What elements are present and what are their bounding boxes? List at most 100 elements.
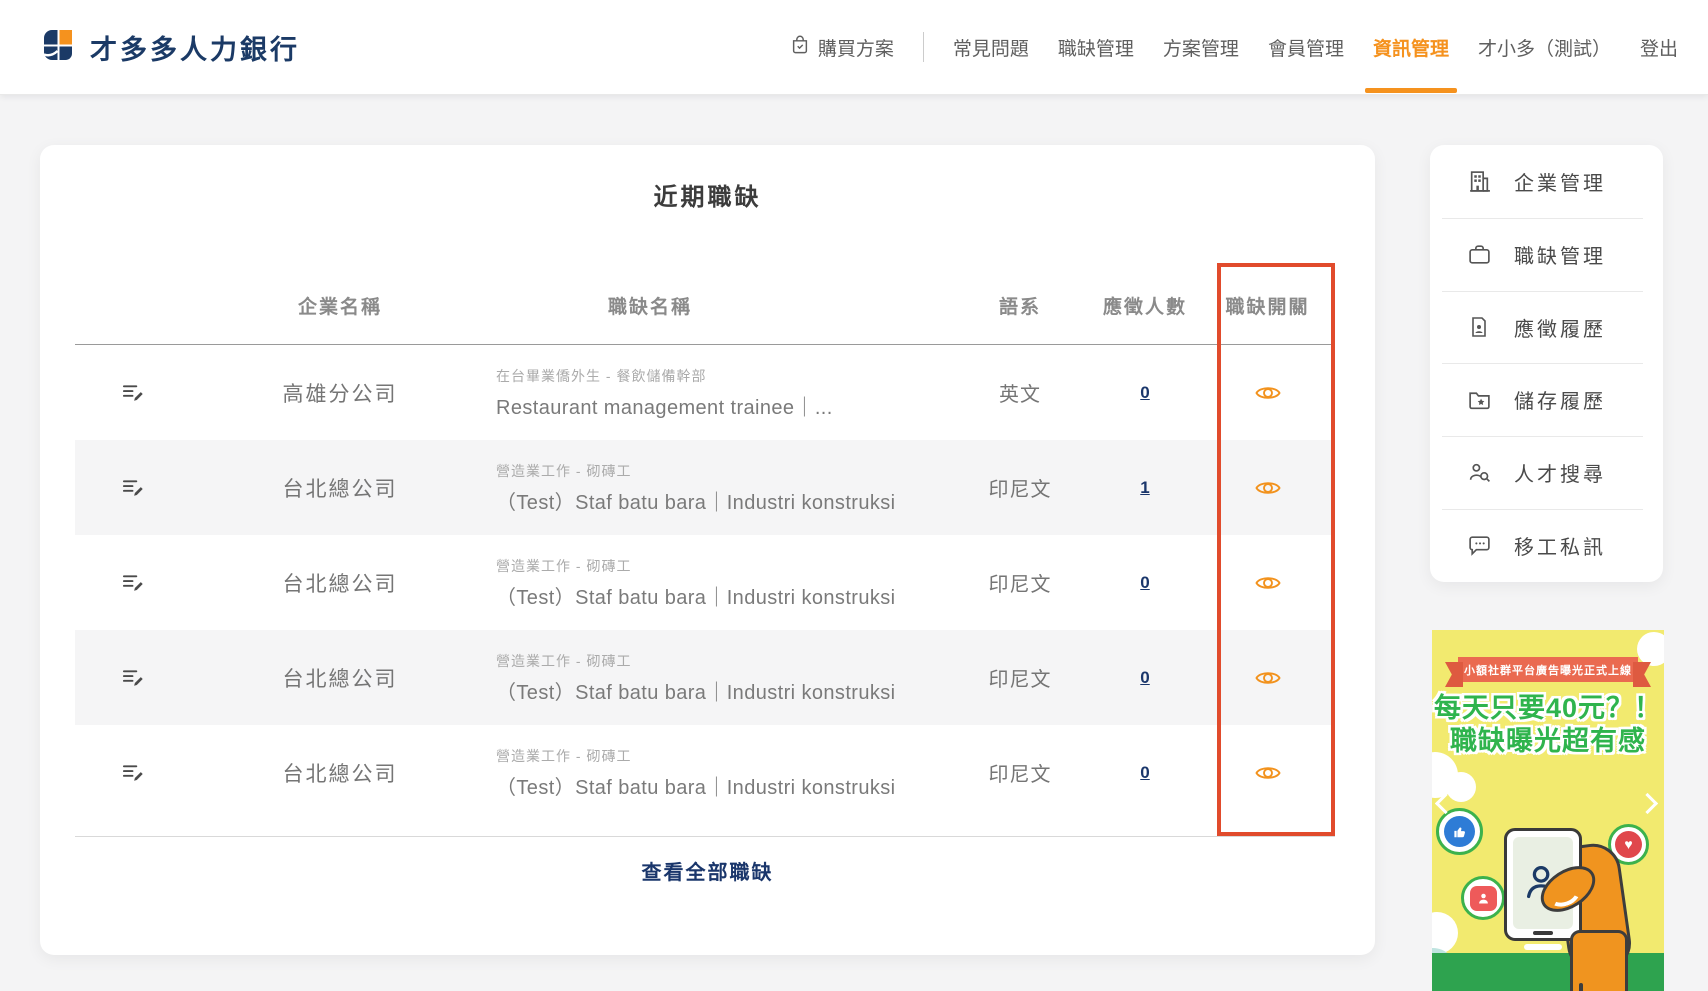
sidebar-item-label: 移工私訊 <box>1514 537 1606 560</box>
sidebar-item-label: 應徵履歷 <box>1514 318 1606 341</box>
nav-buy-plan-label: 購買方案 <box>817 38 894 60</box>
building-icon <box>1466 169 1492 194</box>
nav-item-job-management[interactable]: 職缺管理 <box>1058 34 1134 61</box>
main-nav: 購買方案 常見問題 職缺管理 方案管理 會員管理 資訊管理 才小多（測試） 登出 <box>790 32 1678 93</box>
promo-ad-banner[interactable]: 小額社群平台廣告曝光正式上線 每天只要40元？！ 職缺曝光超有感 ♥ <box>1432 630 1664 991</box>
job-language: 印尼文 <box>988 574 1052 596</box>
eye-toggle-icon[interactable] <box>1252 476 1284 500</box>
table-row: 台北總公司 營造業工作 - 砌磚工 （Test）Staf batu bara｜I… <box>75 630 1335 725</box>
table-body: 高雄分公司 在台畢業僑外生 - 餐飲儲備幹部 Restaurant manage… <box>75 345 1335 837</box>
edit-job-icon[interactable] <box>117 568 148 597</box>
job-cell: 營造業工作 - 砌磚工 （Test）Staf batu bara｜Industr… <box>490 651 950 705</box>
like-bubble-icon <box>1436 808 1483 855</box>
brand-logo[interactable]: 才多多人力銀行 <box>42 28 300 67</box>
column-header-job: 職缺名稱 <box>607 297 692 318</box>
column-header-applicants: 應徵人數 <box>1102 297 1187 318</box>
edit-job-icon[interactable] <box>117 758 148 787</box>
company-name: 台北總公司 <box>282 667 398 691</box>
job-language: 英文 <box>999 384 1041 406</box>
brand-name: 才多多人力銀行 <box>90 34 300 65</box>
company-name: 高雄分公司 <box>282 382 398 406</box>
sidebar-item-company-management[interactable]: 企業管理 <box>1430 145 1663 218</box>
table-row: 台北總公司 營造業工作 - 砌磚工 （Test）Staf batu bara｜I… <box>75 535 1335 630</box>
job-title: （Test）Staf batu bara｜Industri konstruksi <box>496 491 896 514</box>
sidebar-item-label: 職缺管理 <box>1514 245 1606 268</box>
job-cell: 營造業工作 - 砌磚工 （Test）Staf batu bara｜Industr… <box>490 556 950 610</box>
job-cell: 營造業工作 - 砌磚工 （Test）Staf batu bara｜Industr… <box>490 746 950 800</box>
resume-icon <box>1466 315 1492 339</box>
chat-icon <box>1466 533 1492 558</box>
applicant-count-link[interactable]: 0 <box>1140 383 1149 402</box>
job-category: 營造業工作 - 砌磚工 <box>496 747 632 764</box>
sidebar-item-label: 人才搜尋 <box>1514 464 1606 487</box>
recent-jobs-card: 近期職缺 企業名稱 職缺名稱 語系 應徵人數 職缺開關 高雄分公司 在台畢業僑外… <box>40 145 1375 955</box>
view-all-jobs-link[interactable]: 查看全部職缺 <box>642 862 774 884</box>
applicant-count-link[interactable]: 0 <box>1140 668 1149 687</box>
carousel-next-icon[interactable] <box>1636 792 1659 815</box>
sidebar-item-worker-messages[interactable]: 移工私訊 <box>1430 509 1663 582</box>
briefcase-icon <box>1466 242 1492 267</box>
nav-item-info-management[interactable]: 資訊管理 <box>1364 34 1457 93</box>
sidebar-item-talent-search[interactable]: 人才搜尋 <box>1430 436 1663 509</box>
quick-menu-sidebar: 企業管理 職缺管理 應徵履歷 儲存履歷 人才搜尋 移工私訊 <box>1430 145 1663 582</box>
folder-star-icon <box>1466 387 1492 412</box>
eye-toggle-icon[interactable] <box>1252 571 1284 595</box>
edit-job-icon[interactable] <box>117 663 148 692</box>
job-cell: 營造業工作 - 砌磚工 （Test）Staf batu bara｜Industr… <box>490 461 950 515</box>
job-language: 印尼文 <box>988 479 1052 501</box>
shopping-bag-icon <box>790 34 810 60</box>
job-cell: 在台畢業僑外生 - 餐飲儲備幹部 Restaurant management t… <box>490 366 950 420</box>
person-search-icon <box>1466 460 1492 485</box>
table-row: 台北總公司 營造業工作 - 砌磚工 （Test）Staf batu bara｜I… <box>75 725 1335 820</box>
nav-item-logout[interactable]: 登出 <box>1640 34 1678 61</box>
nav-item-account[interactable]: 才小多（測試） <box>1478 34 1611 61</box>
column-header-company: 企業名稱 <box>297 297 382 318</box>
sidebar-item-label: 儲存履歷 <box>1514 391 1606 414</box>
carousel-indicator <box>1524 944 1562 950</box>
ad-ribbon: 小額社群平台廣告曝光正式上線 <box>1458 657 1638 682</box>
company-name: 台北總公司 <box>282 572 398 596</box>
nav-divider <box>922 32 924 62</box>
applicant-count-link[interactable]: 0 <box>1140 573 1149 592</box>
job-category: 營造業工作 - 砌磚工 <box>496 557 632 574</box>
top-navigation-bar: 才多多人力銀行 購買方案 常見問題 職缺管理 方案管理 會員管理 資訊管理 才小… <box>0 0 1708 95</box>
eye-toggle-icon[interactable] <box>1252 761 1284 785</box>
job-title: Restaurant management trainee｜... <box>496 396 833 419</box>
sidebar-item-job-management[interactable]: 職缺管理 <box>1430 217 1663 291</box>
eye-toggle-icon[interactable] <box>1252 666 1284 690</box>
job-language: 印尼文 <box>988 669 1052 691</box>
column-header-language: 語系 <box>998 297 1041 318</box>
job-title: （Test）Staf batu bara｜Industri konstruksi <box>496 776 896 799</box>
company-name: 台北總公司 <box>282 762 398 786</box>
cloud-decoration <box>1637 632 1664 666</box>
company-name: 台北總公司 <box>282 477 398 501</box>
nav-item-plan-management[interactable]: 方案管理 <box>1163 34 1239 61</box>
applicant-count-link[interactable]: 0 <box>1140 763 1149 782</box>
job-category: 營造業工作 - 砌磚工 <box>496 652 632 669</box>
wrist-illustration <box>1570 930 1628 991</box>
job-title: （Test）Staf batu bara｜Industri konstruksi <box>496 681 896 704</box>
job-language: 印尼文 <box>988 764 1052 786</box>
job-title: （Test）Staf batu bara｜Industri konstruksi <box>496 586 896 609</box>
job-category: 營造業工作 - 砌磚工 <box>496 462 632 479</box>
table-header-row: 企業名稱 職缺名稱 語系 應徵人數 職缺開關 <box>75 267 1335 345</box>
edit-job-icon[interactable] <box>117 473 148 502</box>
nav-item-member-management[interactable]: 會員管理 <box>1268 34 1344 61</box>
page-title: 近期職缺 <box>653 184 762 211</box>
table-row: 高雄分公司 在台畢業僑外生 - 餐飲儲備幹部 Restaurant manage… <box>75 345 1335 440</box>
ad-headline-line2: 職缺曝光超有感 <box>1450 726 1646 756</box>
nav-item-buy-plan[interactable]: 購買方案 <box>790 34 894 61</box>
column-header-toggle: 職缺開關 <box>1225 297 1310 318</box>
applicant-count-link[interactable]: 1 <box>1140 478 1149 497</box>
eye-toggle-icon[interactable] <box>1252 381 1284 405</box>
job-category: 在台畢業僑外生 - 餐飲儲備幹部 <box>496 367 707 384</box>
ad-ground-strip <box>1432 953 1664 991</box>
sidebar-item-saved-resumes[interactable]: 儲存履歷 <box>1430 363 1663 436</box>
edit-job-icon[interactable] <box>117 378 148 407</box>
table-row: 台北總公司 營造業工作 - 砌磚工 （Test）Staf batu bara｜I… <box>75 440 1335 535</box>
person-bubble-icon <box>1461 876 1505 920</box>
sidebar-item-label: 企業管理 <box>1514 172 1606 195</box>
brand-logo-icon <box>42 28 76 67</box>
nav-item-faq[interactable]: 常見問題 <box>953 34 1029 61</box>
sidebar-item-application-resumes[interactable]: 應徵履歷 <box>1430 290 1663 364</box>
